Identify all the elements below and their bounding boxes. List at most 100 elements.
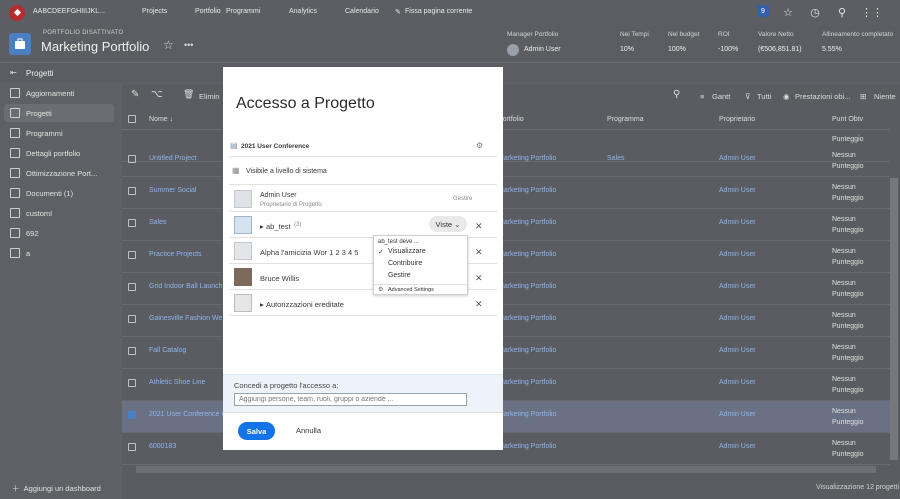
project-name-link[interactable]: Athletic Shoe Line bbox=[149, 379, 205, 386]
settings-gear-icon[interactable]: ⚙ bbox=[476, 141, 483, 150]
owner-link[interactable]: Admin User bbox=[719, 347, 756, 354]
star-icon[interactable]: ☆ bbox=[781, 5, 795, 19]
delete-button[interactable]: Elimin bbox=[199, 92, 219, 101]
portfolio-link[interactable]: Marketing Portfolio bbox=[498, 443, 556, 450]
search-icon[interactable]: ⚲ bbox=[835, 5, 849, 19]
row-checkbox[interactable] bbox=[128, 251, 136, 259]
row-checkbox[interactable] bbox=[128, 315, 136, 323]
owner-link[interactable]: Admin User bbox=[719, 283, 756, 290]
expand-arrow-icon[interactable]: ▸ bbox=[260, 300, 264, 309]
project-name-link[interactable]: Sales bbox=[149, 219, 167, 226]
portfolio-link[interactable]: Marketing Portfolio bbox=[498, 187, 556, 194]
select-all-checkbox[interactable] bbox=[128, 115, 136, 123]
sidebar-item-programs[interactable]: Programmi bbox=[4, 124, 114, 142]
collapse-icon[interactable]: ⇤ bbox=[10, 68, 17, 77]
filter-icon[interactable]: ⊽ bbox=[745, 92, 751, 101]
stat-value-manager[interactable]: Admin User bbox=[524, 46, 561, 53]
row-checkbox[interactable] bbox=[128, 347, 136, 355]
column-header-program[interactable]: Programma bbox=[607, 116, 644, 123]
app-logo-icon[interactable] bbox=[9, 4, 25, 21]
org-name[interactable]: AABCDEEFGHIIIJKL... bbox=[33, 8, 105, 15]
sidebar-item-projects[interactable]: Progetti bbox=[4, 104, 114, 122]
view-icon[interactable]: ◉ bbox=[783, 92, 790, 101]
menu-item-contribute[interactable]: Contribuire bbox=[388, 260, 422, 267]
project-name-link[interactable]: Fall Catalog bbox=[149, 347, 186, 354]
column-header-name[interactable]: Nome ↓ bbox=[149, 116, 173, 123]
project-name-link[interactable]: 2021 User Conference C bbox=[149, 411, 226, 418]
horizontal-scrollbar[interactable] bbox=[136, 466, 876, 473]
column-header-score[interactable]: Punt Obtv bbox=[832, 116, 863, 123]
owner-link[interactable]: Admin User bbox=[719, 315, 756, 322]
owner-link[interactable]: Admin User bbox=[719, 251, 756, 258]
remove-entry-icon[interactable]: ✕ bbox=[475, 273, 483, 284]
remove-entry-icon[interactable]: ✕ bbox=[475, 299, 483, 310]
row-checkbox[interactable] bbox=[128, 187, 136, 195]
owner-link[interactable]: Admin User bbox=[719, 187, 756, 194]
project-name-link[interactable]: Summer Social bbox=[149, 187, 196, 194]
pin-icon[interactable]: ✎ bbox=[395, 8, 401, 16]
portfolio-link[interactable]: Marketing Portfolio bbox=[498, 315, 556, 322]
project-name-link[interactable]: 6000183 bbox=[149, 443, 176, 450]
portfolio-link[interactable]: Marketing Portfolio bbox=[498, 347, 556, 354]
portfolio-link[interactable]: Marketing Portfolio bbox=[498, 155, 556, 162]
apps-grid-icon[interactable]: ⋮⋮ bbox=[861, 5, 883, 19]
share-icon[interactable]: ⌥ bbox=[151, 89, 163, 100]
pin-page-link[interactable]: Fissa pagina corrente bbox=[405, 8, 472, 15]
filter-button[interactable]: Tutti bbox=[757, 92, 771, 101]
nav-programs[interactable]: Programmi bbox=[226, 8, 260, 15]
sidebar-item-documents[interactable]: Documenti (1) bbox=[4, 184, 114, 202]
column-header-owner[interactable]: Proprietario bbox=[719, 116, 755, 123]
entry-name[interactable]: Autorizzazioni ereditate bbox=[266, 300, 344, 309]
project-name-link[interactable]: Practice Projects bbox=[149, 251, 202, 258]
portfolio-link[interactable]: Marketing Portfolio bbox=[498, 251, 556, 258]
view-button[interactable]: Prestazioni obi... bbox=[795, 92, 850, 101]
row-checkbox[interactable] bbox=[128, 443, 136, 451]
access-level-dropdown[interactable]: Viste ⌄ bbox=[429, 216, 467, 232]
row-checkbox[interactable] bbox=[128, 379, 136, 387]
nav-calendar[interactable]: Calendario bbox=[345, 8, 379, 15]
nav-portfolio[interactable]: Portfolio bbox=[195, 8, 221, 15]
owner-link[interactable]: Admin User bbox=[719, 379, 756, 386]
remove-entry-icon[interactable]: ✕ bbox=[475, 247, 483, 258]
sidebar-item-custom[interactable]: customI bbox=[4, 204, 114, 222]
sidebar-item-692[interactable]: 692 bbox=[4, 224, 114, 242]
nav-projects[interactable]: Projects bbox=[142, 8, 167, 15]
grant-access-input[interactable] bbox=[234, 393, 467, 406]
remove-entry-icon[interactable]: ✕ bbox=[475, 221, 483, 232]
gantt-icon[interactable]: ≡ bbox=[700, 92, 704, 101]
project-name-link[interactable]: Grid Indoor Ball Launch bbox=[149, 283, 223, 290]
cancel-button[interactable]: Annulla bbox=[296, 426, 321, 435]
add-dashboard-button[interactable]: ＋ Aggiungi un dashboard bbox=[12, 483, 101, 494]
entry-name[interactable]: ab_test bbox=[266, 222, 291, 231]
row-checkbox[interactable] bbox=[128, 219, 136, 227]
notification-badge[interactable]: 9 bbox=[757, 5, 769, 17]
menu-item-advanced-settings[interactable]: Advanced Settings bbox=[388, 287, 434, 293]
sidebar-item-a[interactable]: a bbox=[4, 244, 114, 262]
owner-link[interactable]: Admin User bbox=[719, 443, 756, 450]
sidebar-item-optimization[interactable]: Ottimizzazione Port... bbox=[4, 164, 114, 182]
program-link[interactable]: Sales bbox=[607, 155, 625, 162]
history-icon[interactable]: ◷ bbox=[808, 5, 822, 19]
owner-link[interactable]: Admin User bbox=[719, 411, 756, 418]
visibility-text[interactable]: Visibile a livello di sistema bbox=[246, 168, 327, 175]
owner-link[interactable]: Admin User bbox=[719, 155, 756, 162]
sidebar-item-details[interactable]: Dettagli portfolio bbox=[4, 144, 114, 162]
portfolio-link[interactable]: Marketing Portfolio bbox=[498, 379, 556, 386]
row-checkbox[interactable] bbox=[128, 155, 136, 163]
row-checkbox-checked[interactable] bbox=[128, 411, 136, 419]
delete-icon[interactable]: 🗑 bbox=[183, 89, 194, 100]
nav-analytics[interactable]: Analytics bbox=[289, 8, 317, 15]
portfolio-link[interactable]: Marketing Portfolio bbox=[498, 219, 556, 226]
owner-link[interactable]: Admin User bbox=[719, 219, 756, 226]
grouping-icon[interactable]: ⊞ bbox=[860, 92, 866, 101]
project-name-link[interactable]: Gainesville Fashion We bbox=[149, 315, 222, 322]
more-options-icon[interactable]: ••• bbox=[184, 40, 193, 50]
vertical-scrollbar[interactable] bbox=[890, 178, 898, 460]
portfolio-link[interactable]: Marketing Portfolio bbox=[498, 411, 556, 418]
sidebar-item-updates[interactable]: Aggiornamenti bbox=[4, 84, 114, 102]
menu-item-view[interactable]: Visualizzare bbox=[388, 248, 426, 255]
gantt-button[interactable]: Gantt bbox=[712, 92, 730, 101]
favorite-star-icon[interactable]: ☆ bbox=[163, 38, 174, 52]
portfolio-link[interactable]: Marketing Portfolio bbox=[498, 283, 556, 290]
save-button[interactable]: Salva bbox=[238, 422, 275, 440]
